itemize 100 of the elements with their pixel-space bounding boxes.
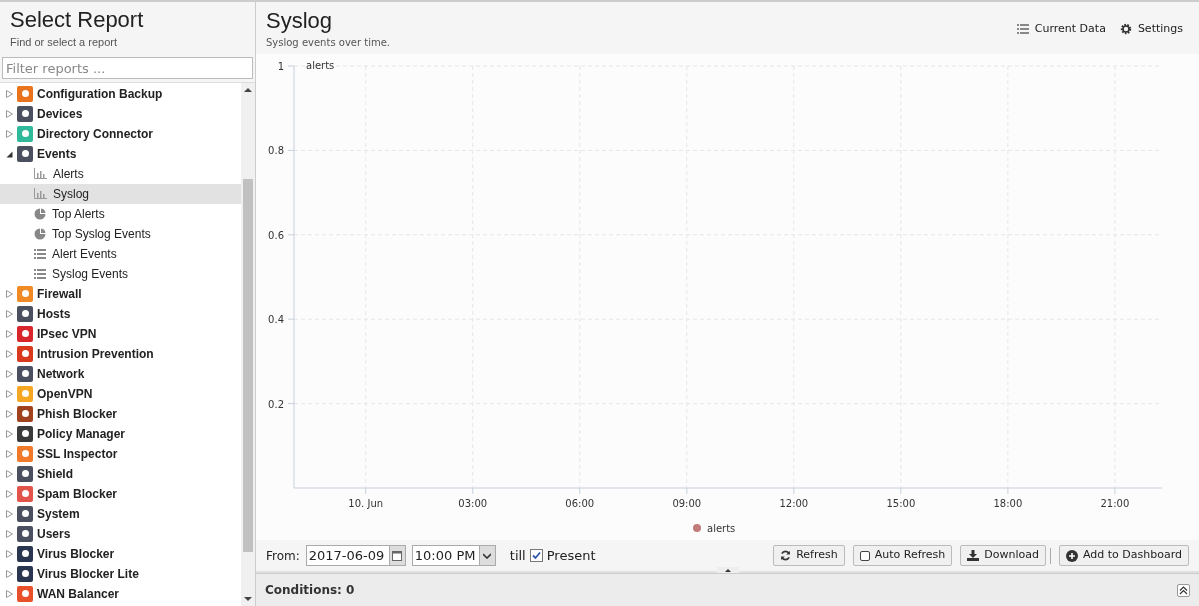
axis-label: 15:00 [886, 498, 916, 509]
item-label: Network [37, 365, 85, 383]
item-label: Firewall [37, 285, 82, 303]
tree-item[interactable]: Network [0, 363, 241, 384]
expand-arrow-icon[interactable] [6, 89, 13, 98]
item-label: Hosts [37, 305, 71, 323]
report-item[interactable]: Top Alerts [0, 203, 241, 224]
tree-item[interactable]: Shield [0, 463, 241, 484]
item-label: WAN Balancer [37, 585, 120, 603]
tree-item[interactable]: Firewall [0, 283, 241, 304]
expand-arrow-icon[interactable] [6, 369, 13, 378]
time-field[interactable]: 10:00 PM [411, 545, 496, 566]
expand-arrow-icon[interactable] [6, 509, 13, 518]
calendar-icon[interactable] [392, 550, 403, 561]
item-label: Intrusion Prevention [37, 345, 154, 363]
expand-arrow-icon[interactable] [6, 449, 13, 458]
current-data-button[interactable]: Current Data [1016, 21, 1106, 37]
legend-label[interactable]: alerts [707, 523, 736, 534]
expand-arrow-icon[interactable] [6, 129, 13, 138]
present-checkbox[interactable] [529, 549, 543, 562]
till-label: till [509, 546, 526, 565]
expand-arrow-icon[interactable] [6, 489, 13, 498]
panel-title: Select Report [10, 6, 145, 34]
tree-item[interactable]: OpenVPN [0, 383, 241, 404]
item-label: Directory Connector [37, 125, 154, 143]
pie-chart-icon [34, 207, 46, 220]
item-label: Policy Manager [37, 425, 126, 443]
report-item[interactable]: Alerts [0, 163, 241, 184]
axis-label: 1 [277, 61, 284, 72]
expand-arrow-icon[interactable] [6, 349, 13, 358]
tree-item[interactable]: Virus Blocker [0, 543, 241, 564]
dropdown-caret-icon[interactable] [483, 552, 492, 559]
report-item[interactable]: Top Syslog Events [0, 223, 241, 244]
scrollbar[interactable] [241, 82, 255, 606]
item-label: SSL Inspector [37, 445, 118, 463]
expand-arrow-icon[interactable] [6, 409, 13, 418]
expand-arrow-icon[interactable] [6, 329, 13, 338]
axis-label: 0.8 [268, 145, 284, 157]
collapse-arrow-icon[interactable] [6, 149, 13, 158]
axis-label: 21:00 [1100, 498, 1130, 509]
tree-item[interactable]: Intrusion Prevention [0, 343, 241, 364]
expand-arrow-icon[interactable] [6, 569, 13, 578]
tree-item[interactable]: SSL Inspector [0, 443, 241, 464]
report-item[interactable]: Alert Events [0, 243, 241, 264]
bar-chart-icon [34, 168, 47, 179]
item-label: Devices [37, 105, 83, 123]
collapse-handle-icon[interactable] [716, 567, 739, 573]
settings-button[interactable]: Settings [1119, 21, 1183, 37]
axis-label: 0.2 [268, 398, 284, 410]
item-label: System [37, 505, 80, 523]
tree-item[interactable]: Devices [0, 103, 241, 124]
item-label: Shield [37, 465, 73, 483]
axis-label: 18:00 [993, 498, 1023, 509]
toolbar-button[interactable]: Refresh [773, 545, 845, 566]
tree-item[interactable]: WAN Balancer [0, 583, 241, 604]
expand-arrow-icon[interactable] [6, 589, 13, 598]
tree-item[interactable]: System [0, 503, 241, 524]
series-label: alerts [306, 60, 335, 71]
item-label: Users [37, 525, 71, 543]
tree-item[interactable]: Virus Blocker Lite [0, 563, 241, 584]
item-label: OpenVPN [37, 385, 93, 403]
expand-arrow-icon[interactable] [6, 469, 13, 478]
tree-item[interactable]: Policy Manager [0, 423, 241, 444]
expand-arrow-icon[interactable] [6, 309, 13, 318]
report-item[interactable]: Syslog Events [0, 263, 241, 284]
refresh-icon [780, 550, 792, 561]
tree-item[interactable]: Directory Connector [0, 123, 241, 144]
list-icon [34, 248, 46, 259]
tree-item[interactable]: IPsec VPN [0, 323, 241, 344]
tree-item[interactable]: Users [0, 523, 241, 544]
expand-arrow-icon[interactable] [6, 289, 13, 298]
toolbar-button[interactable]: Add to Dashboard [1059, 545, 1189, 566]
report-title: Syslog [266, 7, 334, 35]
expand-button[interactable] [1177, 583, 1190, 597]
axis-label: 0.4 [268, 314, 284, 326]
download-icon [967, 550, 980, 561]
filter-field[interactable]: Filter reports ... [2, 57, 253, 79]
expand-arrow-icon[interactable] [6, 429, 13, 438]
expand-arrow-icon[interactable] [6, 389, 13, 398]
axis-label: 09:00 [672, 498, 702, 509]
item-label: Events [37, 145, 77, 163]
expand-arrow-icon[interactable] [6, 549, 13, 558]
item-label: Configuration Backup [37, 85, 163, 103]
toolbar-button[interactable]: Auto Refresh [852, 545, 953, 566]
expand-arrow-icon[interactable] [6, 109, 13, 118]
checkbox[interactable] [859, 550, 870, 561]
pie-chart-icon [34, 227, 46, 240]
report-item[interactable]: Syslog [0, 183, 241, 204]
tree-item[interactable]: Hosts [0, 303, 241, 324]
expand-arrow-icon[interactable] [6, 529, 13, 538]
tree-item[interactable]: Configuration Backup [0, 83, 241, 104]
tree-item[interactable]: Phish Blocker [0, 403, 241, 424]
toolbar-button[interactable]: Download [960, 545, 1046, 566]
date-field[interactable]: 2017-06-09 [305, 545, 406, 566]
list-icon [34, 268, 46, 279]
item-label: Phish Blocker [37, 405, 118, 423]
tree-item[interactable]: Spam Blocker [0, 483, 241, 504]
tree-item[interactable]: Events [0, 143, 241, 164]
item-label: Virus Blocker Lite [37, 565, 139, 583]
axis-label: 12:00 [779, 498, 809, 509]
